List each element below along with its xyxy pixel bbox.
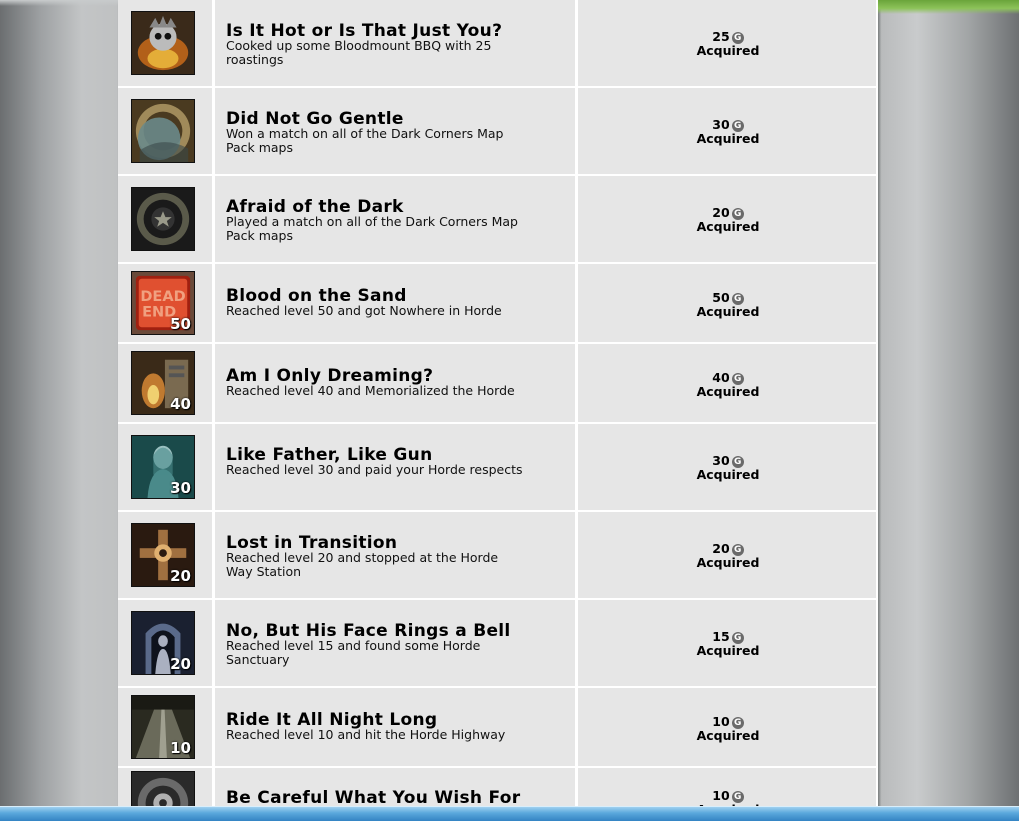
star-gear-icon — [131, 187, 195, 251]
highway-icon: 10 — [131, 695, 195, 759]
achievement-score: 10G Acquired — [678, 714, 778, 743]
achievement-status: Acquired — [696, 304, 760, 319]
achievement-status: Acquired — [696, 728, 760, 743]
achievement-score: 25 G Acquired — [678, 29, 778, 58]
achievement-description: Reached level 50 and got Nowhere in Hord… — [226, 303, 502, 318]
achievement-icon-cell: 20 — [118, 600, 212, 686]
achievement-score: 30 G Acquired — [678, 117, 778, 146]
achievement-icon-cell — [118, 176, 212, 262]
gamerscore-points: 10 — [712, 714, 730, 729]
gamerscore-points: 30 — [712, 117, 730, 132]
windows-taskbar[interactable] — [0, 806, 1019, 821]
achievement-score: 20 G Acquired — [678, 541, 778, 570]
achievement-status: Acquired — [696, 131, 760, 146]
gamerscore-points: 50 — [712, 290, 730, 305]
achievement-status: Acquired — [696, 467, 760, 482]
achievement-row[interactable]: 20 Lost in Transition Reached level 20 a… — [118, 512, 878, 598]
background-accent — [878, 0, 1019, 14]
achievement-description: Reached level 30 and paid your Horde res… — [226, 462, 523, 477]
achievement-score: 20 G Acquired — [678, 205, 778, 234]
achievement-row[interactable]: 20 No, But His Face Rings a Bell Reached… — [118, 600, 878, 686]
achievement-row[interactable]: Be Careful What You Wish For Reached lev… — [118, 768, 878, 806]
achievement-description: Reached level 15 and found some Horde Sa… — [226, 638, 481, 667]
achievement-description: Won a match on all of the Dark Corners M… — [226, 126, 504, 155]
gear-cog-icon — [131, 771, 195, 806]
gamerscore-points: 40 — [712, 370, 730, 385]
achievement-row[interactable]: Afraid of the Dark Played a match on all… — [118, 176, 878, 262]
dead-end-sign-icon: DEAD END 50 — [131, 271, 195, 335]
gamerscore-points: 10 — [712, 788, 730, 803]
achievement-icon-cell: 30 — [118, 424, 212, 510]
achievement-icon-cell: 10 — [118, 688, 212, 766]
achievement-score: 15 G Acquired — [678, 629, 778, 658]
level-badge: 40 — [170, 395, 191, 413]
burning-skull-icon — [131, 11, 195, 75]
achievement-title: Be Careful What You Wish For — [226, 788, 521, 806]
achievement-status: Acquired — [696, 43, 760, 58]
achievement-description: Played a match on all of the Dark Corner… — [226, 214, 518, 243]
level-badge: 20 — [170, 567, 191, 585]
planet-gear-icon — [131, 99, 195, 163]
level-badge: 30 — [170, 479, 191, 497]
level-badge: 20 — [170, 655, 191, 673]
achievement-icon-cell: 40 — [118, 344, 212, 422]
level-badge: 10 — [170, 739, 191, 757]
achievements-list: Is It Hot or Is That Just You? Cooked up… — [118, 0, 878, 806]
achievement-row[interactable]: 30 Like Father, Like Gun Reached level 3… — [118, 424, 878, 510]
achievement-score: 50 G Acquired — [678, 290, 778, 319]
achievement-description: Reached level 10 and hit the Horde Highw… — [226, 727, 506, 742]
achievement-row[interactable]: Did Not Go Gentle Won a match on all of … — [118, 88, 878, 174]
achievement-status: Acquired — [696, 384, 760, 399]
background-highlight — [0, 0, 118, 6]
shrine-icon: 20 — [131, 611, 195, 675]
achievement-score: 40 G Acquired — [678, 370, 778, 399]
achievement-row[interactable]: 10 Ride It All Night Long Reached level … — [118, 688, 878, 766]
statue-icon: 30 — [131, 435, 195, 499]
achievement-row[interactable]: DEAD END 50 Blood on the Sand Reached le… — [118, 264, 878, 342]
achievement-score: 10G Acquired — [678, 788, 778, 806]
achievement-description: Cooked up some Bloodmount BBQ with 25 ro… — [226, 38, 492, 67]
achievement-icon-cell — [118, 0, 212, 86]
achievement-icon-cell: 20 — [118, 512, 212, 598]
achievement-status: Acquired — [696, 555, 760, 570]
achievement-description: Reached level 40 and Memorialized the Ho… — [226, 383, 515, 398]
gamerscore-points: 30 — [712, 453, 730, 468]
gamerscore-points: 20 — [712, 205, 730, 220]
gamerscore-points: 25 — [712, 29, 730, 44]
achievement-status: Acquired — [696, 219, 760, 234]
achievement-icon-cell — [118, 768, 212, 806]
achievement-row[interactable]: 40 Am I Only Dreaming? Reached level 40 … — [118, 344, 878, 422]
memorial-fire-icon: 40 — [131, 351, 195, 415]
gamerscore-points: 15 — [712, 629, 730, 644]
level-badge: 50 — [170, 315, 191, 333]
achievement-row[interactable]: Is It Hot or Is That Just You? Cooked up… — [118, 0, 878, 86]
achievement-icon-cell — [118, 88, 212, 174]
ornate-cross-icon: 20 — [131, 523, 195, 587]
gamerscore-points: 20 — [712, 541, 730, 556]
achievement-score: 30 G Acquired — [678, 453, 778, 482]
achievement-description: Reached level 20 and stopped at the Hord… — [226, 550, 499, 579]
achievement-icon-cell: DEAD END 50 — [118, 264, 212, 342]
achievement-status: Acquired — [696, 643, 760, 658]
svg-text:DEAD: DEAD — [140, 289, 185, 305]
